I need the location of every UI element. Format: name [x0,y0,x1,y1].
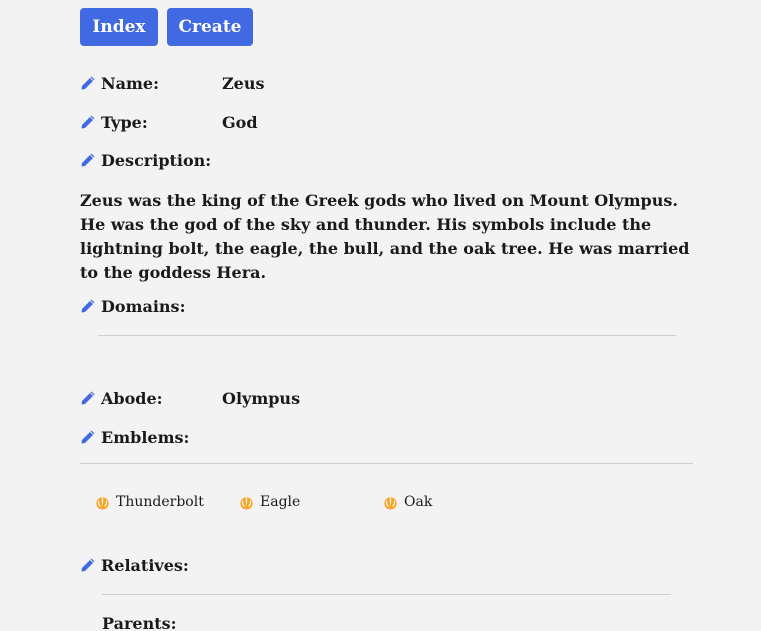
index-button[interactable]: Index [80,8,158,46]
name-label: Name: [101,73,160,93]
pencil-icon[interactable] [80,75,96,91]
type-field: Type: God [80,111,258,133]
create-button[interactable]: Create [167,8,253,46]
description-text: Zeus was the king of the Greek gods who … [80,191,690,282]
page: Index Create Name: Zeus Type: God Descri… [0,0,761,631]
type-value: God [222,112,258,132]
emblem-item: Eagle [239,494,300,510]
pencil-icon[interactable] [80,429,96,445]
emblem-label: Oak [404,494,433,510]
domains-divider [98,335,676,336]
jedi-emblem-icon [384,495,397,510]
relatives-label: Relatives: [101,555,189,575]
abode-field: Abode: Olympus [80,387,300,409]
name-field: Name: Zeus [80,72,265,94]
emblem-item: Oak [383,494,432,510]
name-value: Zeus [222,73,265,93]
emblem-label: Eagle [260,494,301,510]
abode-label: Abode: [101,388,163,408]
type-label: Type: [101,112,148,132]
pencil-icon[interactable] [80,390,96,406]
jedi-emblem-icon [96,495,109,510]
pencil-icon[interactable] [80,298,96,314]
pencil-icon[interactable] [80,114,96,130]
description-field: Description: [80,149,211,171]
jedi-emblem-icon [240,495,253,510]
emblems-label: Emblems: [101,427,190,447]
abode-value: Olympus [222,388,301,408]
emblems-divider [80,463,693,464]
emblem-label: Thunderbolt [116,494,204,510]
emblem-item: Thunderbolt [95,494,204,510]
emblems-field: Emblems: [80,426,189,448]
relatives-field: Relatives: [80,554,189,576]
pencil-icon[interactable] [80,152,96,168]
relatives-divider [102,594,671,595]
domains-field: Domains: [80,295,185,317]
pencil-icon[interactable] [80,557,96,573]
parents-label: Parents: [102,613,177,631]
description-label: Description: [101,150,212,170]
domains-label: Domains: [101,296,186,316]
